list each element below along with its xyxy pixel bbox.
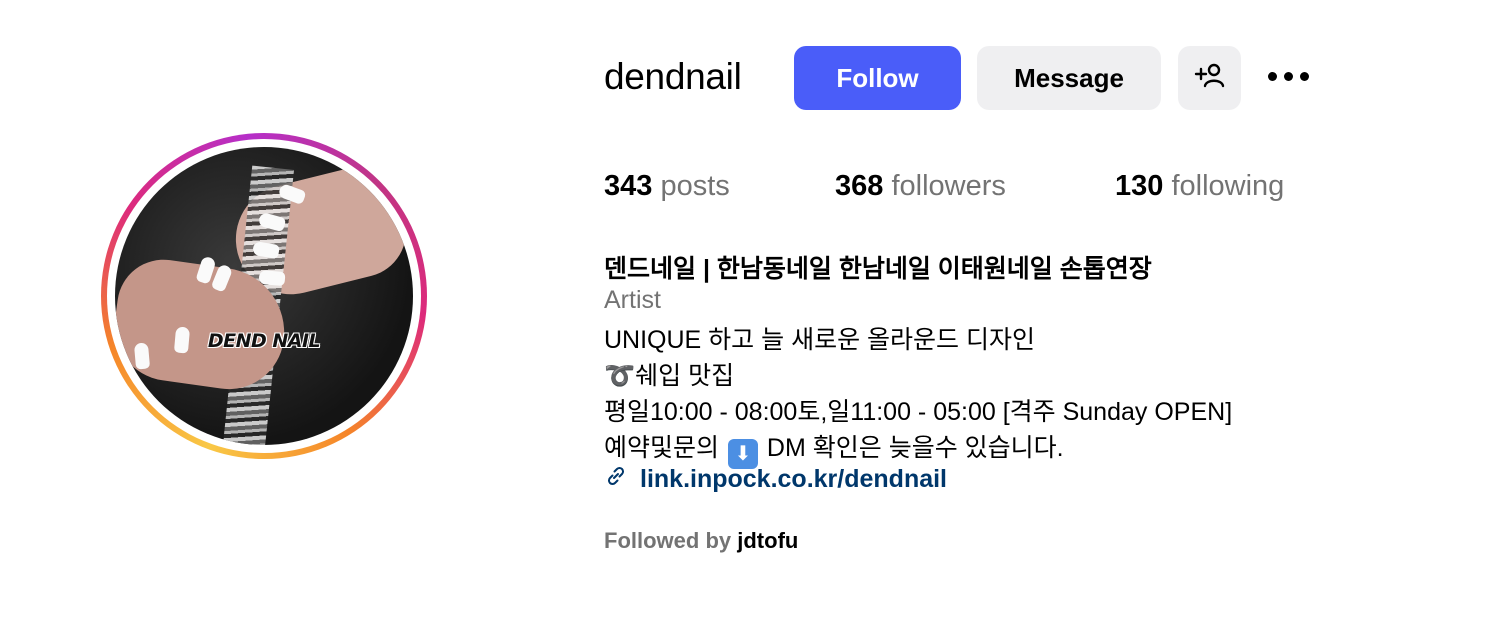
followers-count: 368 bbox=[835, 170, 884, 202]
bio-line: 예약및문의 ⬇ DM 확인은 늦을수 있습니다. bbox=[604, 428, 1064, 469]
avatar-nail bbox=[258, 269, 286, 287]
link-icon bbox=[604, 464, 628, 495]
bio-line-text: 예약및문의 bbox=[604, 434, 720, 462]
stat-posts: 343 posts bbox=[604, 170, 730, 203]
profile-username: dendnail bbox=[604, 56, 742, 97]
more-options-icon[interactable] bbox=[1268, 72, 1309, 81]
posts-label: posts bbox=[660, 170, 730, 202]
followed-by[interactable]: Followed by jdtofu bbox=[604, 528, 798, 554]
avatar-border: DEND NAIL bbox=[107, 139, 421, 453]
bio-line: UNIQUE 하고 늘 새로운 올라운드 디자인 bbox=[604, 326, 1035, 354]
following-count: 130 bbox=[1115, 170, 1164, 202]
suggest-users-button[interactable] bbox=[1178, 46, 1241, 110]
posts-count: 343 bbox=[604, 170, 653, 202]
more-dot bbox=[1268, 72, 1277, 81]
follow-button[interactable]: Follow bbox=[794, 46, 961, 110]
more-dot bbox=[1284, 72, 1293, 81]
avatar-logo-text: DEND NAIL bbox=[207, 330, 321, 352]
followed-by-prefix: Followed by bbox=[604, 528, 732, 553]
stat-followers[interactable]: 368 followers bbox=[835, 170, 1006, 203]
bio-full-name: 덴드네일 | 한남동네일 한남네일 이태원네일 손톱연장 bbox=[604, 255, 1152, 283]
avatar[interactable]: DEND NAIL bbox=[115, 147, 413, 445]
bio-line-text: DM 확인은 늦을수 있습니다. bbox=[766, 434, 1064, 462]
bio-category: Artist bbox=[604, 286, 661, 314]
stat-following[interactable]: 130 following bbox=[1115, 170, 1284, 203]
bio-line: ➰쉐입 맛집 bbox=[604, 362, 735, 390]
followed-by-user[interactable]: jdtofu bbox=[737, 528, 798, 553]
add-user-icon bbox=[1194, 62, 1226, 95]
avatar-story-ring[interactable]: DEND NAIL bbox=[101, 133, 427, 459]
following-label: following bbox=[1171, 170, 1285, 202]
bio-link-text[interactable]: link.inpock.co.kr/dendnail bbox=[640, 465, 947, 494]
followers-label: followers bbox=[891, 170, 1006, 202]
bio-link[interactable]: link.inpock.co.kr/dendnail bbox=[604, 464, 947, 495]
bio-line: 평일10:00 - 08:00토,일11:00 - 05:00 [격주 Sund… bbox=[604, 398, 1233, 426]
message-button[interactable]: Message bbox=[977, 46, 1161, 110]
more-dot bbox=[1300, 72, 1309, 81]
